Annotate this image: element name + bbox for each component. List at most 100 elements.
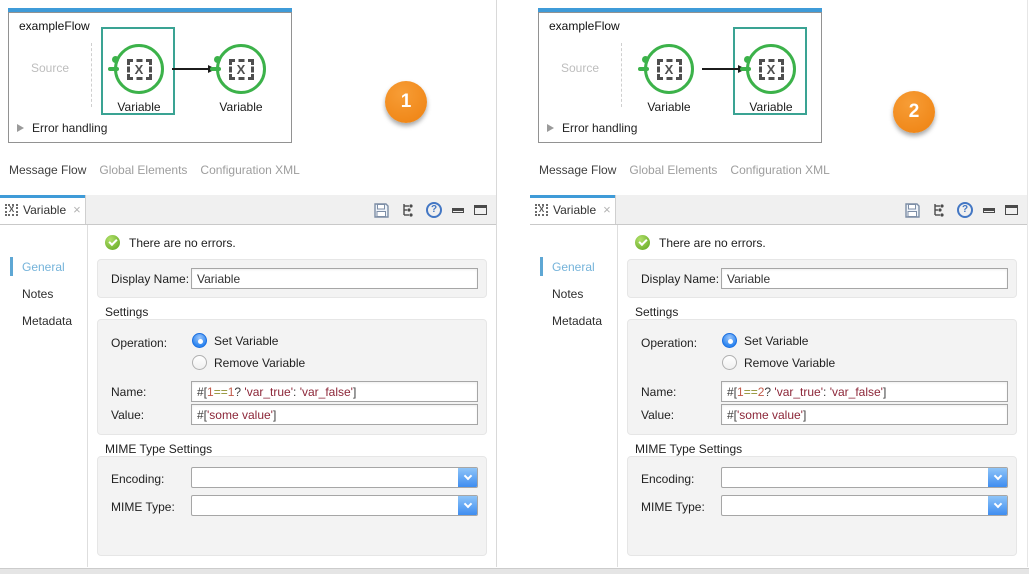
component-circle bbox=[746, 44, 796, 94]
properties-toolbar bbox=[373, 195, 487, 225]
tab-message-flow[interactable]: Message Flow bbox=[539, 163, 616, 177]
variable-component-2[interactable]: Variable bbox=[216, 44, 266, 94]
encoding-select[interactable] bbox=[191, 467, 478, 488]
component-circle bbox=[114, 44, 164, 94]
properties-tab-bar: Variable bbox=[0, 195, 496, 225]
connector-dash-icon bbox=[210, 67, 221, 71]
mime-type-label: MIME Type: bbox=[641, 500, 705, 514]
properties-nav: General Notes Metadata bbox=[530, 225, 618, 567]
variable-value-input[interactable]: #['some value'] bbox=[191, 404, 478, 425]
encoding-select[interactable] bbox=[721, 467, 1008, 488]
radio-label: Set Variable bbox=[744, 334, 808, 348]
tab-configuration-xml[interactable]: Configuration XML bbox=[730, 163, 829, 177]
component-label: Variable bbox=[629, 100, 709, 114]
help-icon[interactable] bbox=[957, 202, 973, 218]
flow-container[interactable]: exampleFlow Source Variable bbox=[8, 12, 292, 143]
chevron-down-icon bbox=[993, 500, 1001, 508]
radio-label: Remove Variable bbox=[214, 356, 305, 370]
variable-name-input[interactable]: #[1==2? 'var_true': 'var_false'] bbox=[721, 381, 1008, 402]
variable-icon bbox=[535, 204, 548, 216]
tree-view-icon[interactable] bbox=[931, 202, 947, 218]
variable-component-2[interactable]: Variable bbox=[746, 44, 796, 94]
properties-tab-bar: Variable bbox=[530, 195, 1027, 225]
radio-set-variable[interactable]: Set Variable bbox=[192, 333, 278, 348]
radio-remove-variable[interactable]: Remove Variable bbox=[722, 355, 835, 370]
flow-container[interactable]: exampleFlow Source Variable bbox=[538, 12, 822, 143]
name-label: Name: bbox=[111, 385, 146, 399]
sidebar-item-general[interactable]: General bbox=[0, 254, 87, 281]
tab-message-flow[interactable]: Message Flow bbox=[9, 163, 86, 177]
properties-tab-variable[interactable]: Variable bbox=[530, 195, 616, 224]
variable-component-1[interactable]: Variable bbox=[644, 44, 694, 94]
minimize-icon[interactable] bbox=[452, 208, 464, 213]
error-handling-toggle[interactable]: Error handling bbox=[17, 121, 107, 135]
dropdown-button[interactable] bbox=[988, 468, 1007, 487]
save-icon[interactable] bbox=[904, 202, 921, 219]
variable-icon bbox=[127, 59, 152, 80]
dropdown-button[interactable] bbox=[458, 468, 477, 487]
mime-section-title: MIME Type Settings bbox=[105, 442, 212, 456]
flow-canvas: exampleFlow Source Variable bbox=[538, 8, 822, 143]
success-check-icon bbox=[105, 235, 120, 250]
save-icon[interactable] bbox=[373, 202, 390, 219]
settings-section-title: Settings bbox=[635, 305, 678, 319]
properties-panel: Variable bbox=[0, 195, 496, 567]
validation-status: There are no errors. bbox=[635, 235, 766, 250]
properties-tab-title: Variable bbox=[553, 203, 596, 217]
variable-icon bbox=[759, 59, 784, 80]
chevron-down-icon bbox=[993, 472, 1001, 480]
sidebar-item-general[interactable]: General bbox=[530, 254, 617, 281]
variable-value-input[interactable]: #['some value'] bbox=[721, 404, 1008, 425]
radio-label: Set Variable bbox=[214, 334, 278, 348]
tab-global-elements[interactable]: Global Elements bbox=[629, 163, 717, 177]
mime-type-select[interactable] bbox=[191, 495, 478, 516]
error-handling-toggle[interactable]: Error handling bbox=[547, 121, 637, 135]
mime-type-label: MIME Type: bbox=[111, 500, 175, 514]
tab-global-elements[interactable]: Global Elements bbox=[99, 163, 187, 177]
dropdown-button[interactable] bbox=[988, 496, 1007, 515]
value-label: Value: bbox=[111, 408, 144, 422]
maximize-icon[interactable] bbox=[1005, 205, 1018, 215]
properties-tab-variable[interactable]: Variable bbox=[0, 195, 86, 224]
radio-unselected-icon[interactable] bbox=[722, 355, 737, 370]
help-icon[interactable] bbox=[426, 202, 442, 218]
variable-icon bbox=[5, 204, 18, 216]
mime-group: Encoding: MIME Type: bbox=[97, 456, 487, 556]
radio-remove-variable[interactable]: Remove Variable bbox=[192, 355, 305, 370]
radio-selected-icon[interactable] bbox=[192, 333, 207, 348]
radio-selected-icon[interactable] bbox=[722, 333, 737, 348]
mime-group: Encoding: MIME Type: bbox=[627, 456, 1017, 556]
display-name-input[interactable] bbox=[191, 268, 478, 289]
tab-configuration-xml[interactable]: Configuration XML bbox=[200, 163, 299, 177]
variable-component-1[interactable]: Variable bbox=[114, 44, 164, 94]
tree-view-icon[interactable] bbox=[400, 202, 416, 218]
dropdown-button[interactable] bbox=[458, 496, 477, 515]
component-circle bbox=[644, 44, 694, 94]
properties-nav: General Notes Metadata bbox=[0, 225, 88, 567]
mime-type-select[interactable] bbox=[721, 495, 1008, 516]
properties-toolbar bbox=[904, 195, 1018, 225]
settings-group: Operation: Set Variable Remove Variable … bbox=[627, 319, 1017, 435]
source-placeholder: Source bbox=[31, 61, 69, 75]
display-name-input[interactable] bbox=[721, 268, 1008, 289]
radio-unselected-icon[interactable] bbox=[192, 355, 207, 370]
sidebar-item-metadata[interactable]: Metadata bbox=[530, 308, 617, 335]
expand-triangle-icon bbox=[17, 124, 24, 132]
close-icon[interactable] bbox=[603, 202, 611, 217]
sidebar-item-notes[interactable]: Notes bbox=[0, 281, 87, 308]
validation-status: There are no errors. bbox=[105, 235, 236, 250]
component-label: Variable bbox=[731, 100, 811, 114]
flow-title: exampleFlow bbox=[19, 19, 90, 33]
variable-icon bbox=[657, 59, 682, 80]
radio-set-variable[interactable]: Set Variable bbox=[722, 333, 808, 348]
close-icon[interactable] bbox=[73, 202, 81, 217]
minimize-icon[interactable] bbox=[983, 208, 995, 213]
sidebar-item-metadata[interactable]: Metadata bbox=[0, 308, 87, 335]
connector-dot-icon bbox=[642, 56, 649, 63]
window-bottom-strip bbox=[0, 568, 1029, 574]
display-name-label: Display Name: bbox=[111, 272, 189, 286]
sidebar-item-notes[interactable]: Notes bbox=[530, 281, 617, 308]
variable-name-input[interactable]: #[1==1? 'var_true': 'var_false'] bbox=[191, 381, 478, 402]
maximize-icon[interactable] bbox=[474, 205, 487, 215]
settings-section-title: Settings bbox=[105, 305, 148, 319]
